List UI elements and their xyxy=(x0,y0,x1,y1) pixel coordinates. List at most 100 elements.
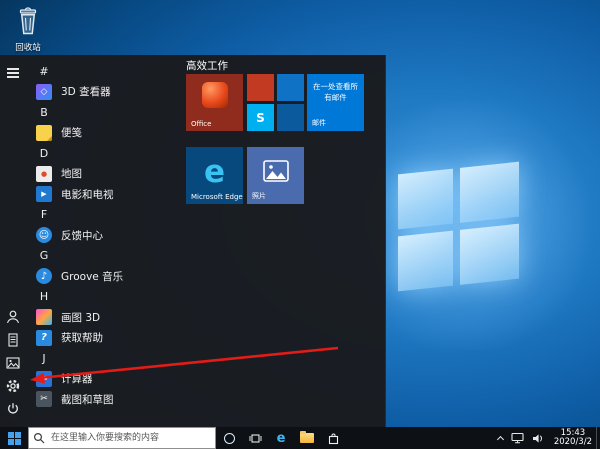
app-item-calculator[interactable]: = 计算器 xyxy=(26,369,184,390)
tile-photos[interactable]: 照片 xyxy=(247,147,304,204)
app-list-section[interactable]: # xyxy=(26,61,184,82)
gear-icon xyxy=(6,379,20,393)
tile-small-skype[interactable]: S xyxy=(247,104,274,131)
maps-icon: ● xyxy=(36,165,52,182)
app-label: Groove 音乐 xyxy=(61,270,124,283)
taskbar-search[interactable] xyxy=(28,427,216,449)
get-help-icon: ? xyxy=(36,329,52,346)
groove-music-icon: ♪ xyxy=(36,268,52,285)
taskbar-clock[interactable]: 15:43 2020/3/2 xyxy=(550,427,596,449)
tile-mail[interactable]: 在一处查看所有邮件 邮件 xyxy=(307,74,364,131)
app-item-sticky-notes[interactable]: 便笺 xyxy=(26,123,184,144)
taskbar-edge-button[interactable]: e xyxy=(268,427,294,449)
app-item-3d-viewer[interactable]: ◇ 3D 查看器 xyxy=(26,82,184,103)
mail-tile-caption: 在一处查看所有邮件 xyxy=(313,82,358,102)
photos-icon xyxy=(262,160,289,182)
app-list-section[interactable]: F xyxy=(26,205,184,226)
app-label: 3D 查看器 xyxy=(61,86,111,99)
snip-sketch-icon: ✂ xyxy=(36,391,52,408)
cortana-button[interactable] xyxy=(216,427,242,449)
system-tray xyxy=(492,427,550,449)
app-label: 画图 3D xyxy=(61,311,101,324)
network-icon[interactable] xyxy=(511,432,524,444)
section-letter: H xyxy=(39,290,49,304)
app-item-snip-sketch[interactable]: ✂ 截图和草图 xyxy=(26,389,184,410)
taskbar-spacer xyxy=(346,427,492,449)
section-letter: J xyxy=(42,351,46,365)
task-view-button[interactable] xyxy=(242,427,268,449)
search-input[interactable] xyxy=(49,432,211,444)
section-letter: B xyxy=(40,105,48,119)
pictures-button[interactable] xyxy=(0,353,26,373)
start-button[interactable] xyxy=(0,427,28,449)
recycle-bin-icon xyxy=(19,7,37,35)
power-button[interactable] xyxy=(0,399,26,419)
app-label: 计算器 xyxy=(61,373,93,386)
app-item-paint-3d[interactable]: 画图 3D xyxy=(26,307,184,328)
screen: 回收站 # ◇ 3D 查看器 B 便笺 D ● 地图 ▶ 电影和电视 F ☺ 反… xyxy=(0,0,600,449)
hamburger-icon xyxy=(7,68,19,78)
search-icon xyxy=(33,432,45,444)
app-list-section[interactable]: H xyxy=(26,287,184,308)
app-item-get-help[interactable]: ? 获取帮助 xyxy=(26,328,184,349)
clock-date: 2020/3/2 xyxy=(553,437,592,447)
user-account-button[interactable] xyxy=(0,307,26,327)
pictures-icon xyxy=(6,357,20,369)
section-letter: G xyxy=(39,249,49,263)
windows-logo-wallpaper xyxy=(398,161,519,292)
movies-tv-icon: ▶ xyxy=(36,186,52,203)
tile-edge[interactable]: e Microsoft Edge xyxy=(186,147,243,204)
edge-logo-icon: e xyxy=(203,153,226,190)
app-label: 截图和草图 xyxy=(61,393,114,406)
tile-small-2[interactable] xyxy=(277,74,304,101)
app-list-section[interactable]: G xyxy=(26,246,184,267)
tray-expand-icon[interactable] xyxy=(496,435,504,443)
section-letter: F xyxy=(40,208,48,222)
section-letter: # xyxy=(39,64,49,78)
file-explorer-button[interactable] xyxy=(294,427,320,449)
feedback-hub-icon: ☺ xyxy=(36,227,52,244)
start-menu-rail xyxy=(0,55,26,427)
settings-button[interactable] xyxy=(0,376,26,396)
office-logo-icon xyxy=(201,82,228,108)
task-view-icon xyxy=(249,433,261,443)
app-list-section[interactable]: D xyxy=(26,143,184,164)
show-desktop-button[interactable] xyxy=(596,427,600,449)
app-list-section[interactable]: J xyxy=(26,348,184,369)
taskbar: e 15:43 2020/3/2 xyxy=(0,427,600,449)
app-list-section[interactable]: B xyxy=(26,102,184,123)
skype-logo-icon: S xyxy=(256,110,265,125)
app-label: 电影和电视 xyxy=(61,188,114,201)
recycle-bin-label: 回收站 xyxy=(15,43,41,53)
tile-small-4[interactable] xyxy=(277,104,304,131)
windows-logo-icon xyxy=(7,431,21,445)
3d-viewer-icon: ◇ xyxy=(36,83,52,100)
app-list: # ◇ 3D 查看器 B 便笺 D ● 地图 ▶ 电影和电视 F ☺ 反馈中心 … xyxy=(26,61,184,410)
calculator-icon: = xyxy=(36,370,52,387)
tile-group-title[interactable]: 高效工作 xyxy=(186,58,228,73)
power-icon xyxy=(8,403,18,414)
app-item-movies-tv[interactable]: ▶ 电影和电视 xyxy=(26,184,184,205)
document-icon xyxy=(8,333,18,347)
store-bag-icon xyxy=(328,433,338,445)
sticky-notes-icon xyxy=(36,124,52,141)
app-label: 地图 xyxy=(61,168,82,181)
app-item-groove-music[interactable]: ♪ Groove 音乐 xyxy=(26,266,184,287)
app-item-feedback-hub[interactable]: ☺ 反馈中心 xyxy=(26,225,184,246)
section-letter: D xyxy=(39,146,49,160)
tile-small-1[interactable] xyxy=(247,74,274,101)
tile-label: Office xyxy=(191,120,212,128)
paint-3d-icon xyxy=(36,309,52,326)
tile-area: Office S 在一处查看所有邮件 邮件 e Microsoft Edge 照 xyxy=(186,74,376,214)
documents-button[interactable] xyxy=(0,330,26,350)
recycle-bin[interactable]: 回收站 xyxy=(6,6,50,53)
folder-icon xyxy=(300,431,314,443)
start-menu: # ◇ 3D 查看器 B 便笺 D ● 地图 ▶ 电影和电视 F ☺ 反馈中心 … xyxy=(0,55,386,427)
app-item-maps[interactable]: ● 地图 xyxy=(26,164,184,185)
volume-icon[interactable] xyxy=(532,433,544,444)
app-label: 获取帮助 xyxy=(61,332,103,345)
tile-label: Microsoft Edge xyxy=(191,193,243,201)
tile-office[interactable]: Office xyxy=(186,74,243,131)
store-button[interactable] xyxy=(320,427,346,449)
menu-expand-button[interactable] xyxy=(0,63,26,83)
